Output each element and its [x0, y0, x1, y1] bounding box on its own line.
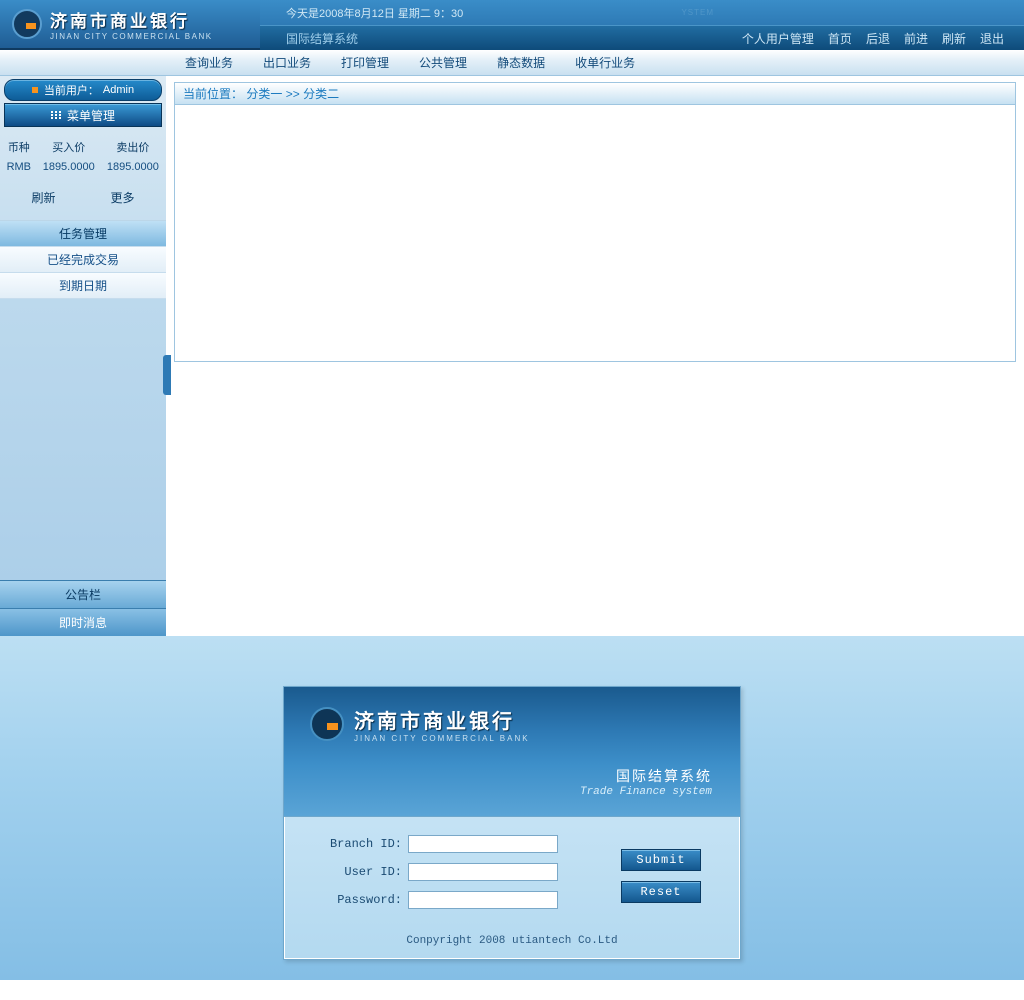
breadcrumb-cat2[interactable]: 分类二	[303, 87, 339, 101]
login-page: 济南市商业银行 JINAN CITY COMMERCIAL BANK 国际结算系…	[0, 636, 1024, 980]
menu-public[interactable]: 公共管理	[404, 54, 482, 71]
branch-id-label: Branch ID:	[308, 837, 408, 851]
login-form: Branch ID: User ID: Password: Submit Res…	[284, 817, 740, 925]
submit-button[interactable]: Submit	[621, 849, 701, 871]
rate-buy: 1895.0000	[38, 159, 100, 175]
content-pane	[174, 104, 1016, 362]
system-name: 国际结算系统	[286, 30, 358, 47]
menu-export[interactable]: 出口业务	[248, 54, 326, 71]
breadcrumb-cat1[interactable]: 分类一	[246, 87, 282, 101]
reset-button[interactable]: Reset	[621, 881, 701, 903]
login-brand-en: JINAN CITY COMMERCIAL BANK	[354, 734, 530, 743]
password-label: Password:	[308, 893, 408, 907]
rate-refresh-link[interactable]: 刷新	[31, 189, 55, 206]
login-subsys-en: Trade Finance system	[580, 786, 712, 798]
sidebar-task-list: 任务管理 已经完成交易 到期日期	[0, 220, 166, 299]
login-box: 济南市商业银行 JINAN CITY COMMERCIAL BANK 国际结算系…	[283, 686, 741, 960]
main-area: 当前位置： 分类一 >> 分类二	[166, 76, 1024, 636]
task-item-task-mgmt[interactable]: 任务管理	[0, 221, 166, 247]
task-item-completed[interactable]: 已经完成交易	[0, 247, 166, 273]
breadcrumb-prefix: 当前位置：	[183, 87, 243, 101]
menu-static[interactable]: 静态数据	[482, 54, 560, 71]
rate-col-buy: 买入价	[38, 137, 100, 157]
main-menubar: 查询业务 出口业务 打印管理 公共管理 静态数据 收单行业务	[0, 50, 1024, 76]
sidebar-collapse-handle[interactable]	[163, 355, 171, 395]
sidebar-bottom: 公告栏 即时消息	[0, 580, 166, 636]
login-brand-cn: 济南市商业银行	[354, 705, 530, 734]
rate-col-currency: 币种	[2, 137, 36, 157]
sidebar-menu-header-label: 菜单管理	[67, 107, 115, 124]
login-bank-logo-icon	[310, 707, 344, 741]
rate-row: RMB 1895.0000 1895.0000	[2, 159, 164, 175]
sidebar-messages[interactable]: 即时消息	[0, 608, 166, 636]
current-user-value: Admin	[103, 84, 134, 96]
brand-logo-block: 济南市商业银行 JINAN CITY COMMERCIAL BANK	[0, 0, 260, 50]
rate-sell: 1895.0000	[102, 159, 164, 175]
rate-table: 币种 买入价 卖出价 RMB 1895.0000 1895.0000	[0, 135, 166, 177]
menu-query[interactable]: 查询业务	[170, 54, 248, 71]
bank-logo-icon	[12, 9, 42, 39]
header-date: 今天是2008年8月12日 星期二 9：30	[286, 5, 463, 21]
login-header: 济南市商业银行 JINAN CITY COMMERCIAL BANK 国际结算系…	[284, 687, 740, 817]
password-input[interactable]	[408, 891, 558, 909]
user-id-input[interactable]	[408, 863, 558, 881]
nav-home[interactable]: 首页	[828, 30, 852, 47]
branch-id-input[interactable]	[408, 835, 558, 853]
app-header: 济南市商业银行 JINAN CITY COMMERCIAL BANK 今天是20…	[0, 0, 1024, 50]
login-subsys-cn: 国际结算系统	[580, 766, 712, 786]
rate-currency: RMB	[2, 159, 36, 175]
sidebar-bulletin[interactable]: 公告栏	[0, 580, 166, 608]
breadcrumb: 当前位置： 分类一 >> 分类二	[174, 82, 1016, 104]
rate-more-link[interactable]: 更多	[110, 189, 134, 206]
nav-back[interactable]: 后退	[866, 30, 890, 47]
brand-name-en: JINAN CITY COMMERCIAL BANK	[50, 32, 213, 41]
current-user-label: 当前用户：	[44, 82, 99, 98]
menu-print[interactable]: 打印管理	[326, 54, 404, 71]
user-dot-icon	[32, 87, 38, 93]
nav-refresh[interactable]: 刷新	[942, 30, 966, 47]
rate-col-sell: 卖出价	[102, 137, 164, 157]
menu-acquirer[interactable]: 收单行业务	[560, 54, 650, 71]
nav-exit[interactable]: 退出	[980, 30, 1004, 47]
top-nav-links: 个人用户管理 首页 后退 前进 刷新 退出	[742, 30, 1004, 47]
sidebar-menu-header[interactable]: 菜单管理	[4, 103, 162, 127]
sidebar: 当前用户： Admin 菜单管理 币种 买入价 卖出价 RMB 1895.000…	[0, 76, 166, 636]
nav-user-mgmt[interactable]: 个人用户管理	[742, 30, 814, 47]
copyright-text: Conpyright 2008 utiantech Co.Ltd	[284, 925, 740, 959]
user-id-label: User ID:	[308, 865, 408, 879]
grid-icon	[51, 111, 61, 119]
breadcrumb-sep: >>	[286, 87, 303, 101]
brand-name-cn: 济南市商业银行	[50, 7, 213, 32]
header-decor-text: YSTEM	[681, 8, 714, 17]
current-user-box: 当前用户： Admin	[4, 79, 162, 101]
task-item-due[interactable]: 到期日期	[0, 273, 166, 299]
nav-forward[interactable]: 前进	[904, 30, 928, 47]
